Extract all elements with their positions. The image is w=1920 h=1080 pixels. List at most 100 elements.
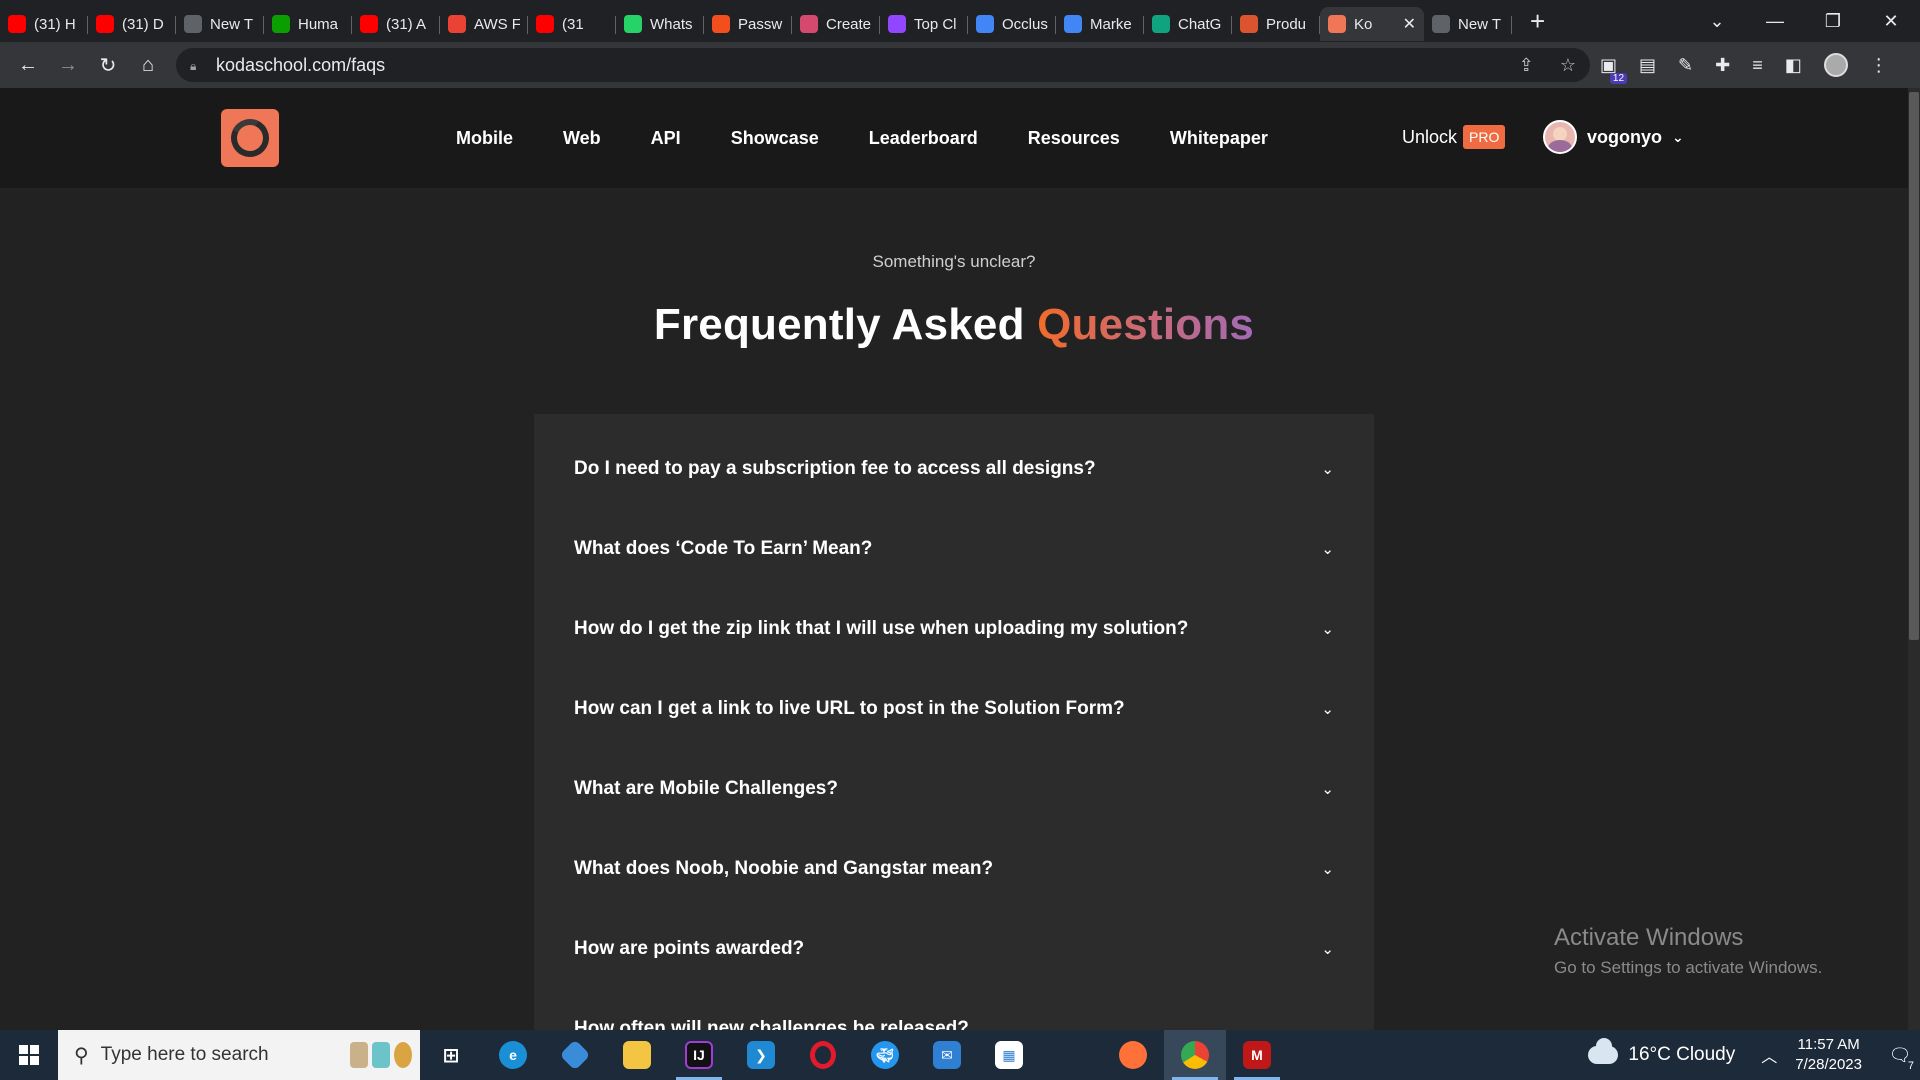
nav-link-showcase[interactable]: Showcase — [731, 128, 819, 149]
browser-tab[interactable]: (31 — [528, 7, 616, 41]
faq-item[interactable]: How can I get a link to live URL to post… — [574, 689, 1334, 729]
chevron-down-icon: ⌄ — [1321, 621, 1334, 638]
share-icon[interactable]: ⇪ — [1519, 55, 1534, 76]
restore-icon[interactable]: ❐ — [1804, 11, 1862, 32]
browser-profile-avatar[interactable] — [1823, 53, 1848, 77]
faq-item[interactable]: Do I need to pay a subscription fee to a… — [574, 449, 1334, 489]
lock-icon[interactable]: 🔒︎ — [190, 59, 202, 73]
browser-tab[interactable]: Create — [792, 7, 880, 41]
start-button[interactable] — [0, 1030, 58, 1080]
forward-icon[interactable]: → — [48, 54, 88, 77]
close-tab-icon[interactable]: ✕ — [1403, 14, 1416, 34]
url-text[interactable]: kodaschool.com/faqs — [216, 55, 385, 76]
browser-tab[interactable]: Occlus — [968, 7, 1056, 41]
home-icon[interactable]: ⌂ — [128, 54, 168, 77]
tab-title: (31 — [562, 15, 584, 33]
tab-search-chevron-icon[interactable]: ⌄ — [1688, 11, 1746, 32]
taskbar-app-chrome[interactable] — [1164, 1030, 1226, 1080]
nav-link-whitepaper[interactable]: Whitepaper — [1170, 128, 1268, 149]
faq-item[interactable]: How do I get the zip link that I will us… — [574, 609, 1334, 649]
clock[interactable]: 11:57 AM 7/28/2023 — [1795, 1035, 1862, 1075]
puzzle-extensions-icon[interactable]: ✚ — [1715, 55, 1730, 76]
browser-tab[interactable]: Marke — [1056, 7, 1144, 41]
side-panel-icon[interactable]: ◧ — [1785, 55, 1802, 76]
user-menu[interactable]: vogonyo ⌄ — [1543, 120, 1684, 154]
browser-tab[interactable]: (31) D — [88, 7, 176, 41]
taskbar-app-docker[interactable]: 🐳︎ — [854, 1030, 916, 1080]
taskbar-app-mail[interactable]: ✉ — [916, 1030, 978, 1080]
nav-link-web[interactable]: Web — [563, 128, 601, 149]
nav-link-leaderboard[interactable]: Leaderboard — [869, 128, 978, 149]
omnibox-actions: ⇪ ☆ — [1519, 48, 1576, 82]
taskbar-app-explorer[interactable] — [606, 1030, 668, 1080]
browser-tab[interactable]: AWS F — [440, 7, 528, 41]
mail-icon: ✉ — [933, 1041, 961, 1069]
taskbar-app-edge[interactable]: e — [482, 1030, 544, 1080]
scrollbar-thumb[interactable] — [1909, 92, 1919, 640]
chevron-down-icon: ⌄ — [1321, 941, 1334, 958]
faq-item[interactable]: What does Noob, Noobie and Gangstar mean… — [574, 849, 1334, 889]
taskbar-app-store[interactable]: ▦ — [978, 1030, 1040, 1080]
taskbar-app-vscode[interactable]: ❯ — [730, 1030, 792, 1080]
faq-item[interactable]: How are points awarded? ⌄ — [574, 929, 1334, 969]
browser-tab[interactable]: (31) A — [352, 7, 440, 41]
activate-windows-watermark: Activate Windows Go to Settings to activ… — [1554, 924, 1822, 978]
tab-title: Occlus — [1002, 15, 1048, 33]
browser-tab[interactable]: New T — [176, 7, 264, 41]
create-icon — [800, 15, 818, 33]
figma-icon — [712, 15, 730, 33]
browser-tab[interactable]: ChatG — [1144, 7, 1232, 41]
taskbar-app-opera[interactable] — [792, 1030, 854, 1080]
browser-tab[interactable]: Produ — [1232, 7, 1320, 41]
weather-widget[interactable]: 16°C Cloudy — [1588, 1038, 1736, 1066]
nav-link-resources[interactable]: Resources — [1028, 128, 1120, 149]
browser-tab[interactable]: New T — [1424, 7, 1512, 41]
taskbar-apps: ⊞ e IJ ❯ 🐳︎ ✉ ▦ M — [420, 1030, 1288, 1080]
tab-list: (31) H (31) D New T Huma (31) A AWS F (31 Whats… — [0, 0, 1512, 42]
minimize-icon[interactable]: — — [1746, 11, 1804, 32]
faq-item[interactable]: What does ‘Code To Earn’ Mean? ⌄ — [574, 529, 1334, 569]
browser-menu-icon[interactable]: ⋮ — [1870, 55, 1888, 76]
browser-tab[interactable]: Ko ✕ — [1320, 7, 1424, 41]
back-icon[interactable]: ← — [8, 54, 48, 77]
youtube-icon — [536, 15, 554, 33]
notification-count: 7 — [1907, 1059, 1914, 1072]
browser-toolbar: ← → ↻ ⌂ 🔒︎ kodaschool.com/faqs ⇪ ☆ ▣ 12 ▤… — [0, 42, 1920, 88]
reload-icon[interactable]: ↻ — [88, 53, 128, 78]
extension-icon[interactable]: ▤ — [1639, 55, 1656, 76]
media-controls-icon[interactable]: ≡ — [1752, 55, 1763, 76]
browser-tab[interactable]: (31) H — [0, 7, 88, 41]
search-highlight-icon — [350, 1042, 412, 1068]
nav-link-mobile[interactable]: Mobile — [456, 128, 513, 149]
unlock-pro-link[interactable]: Unlock PRO — [1402, 125, 1506, 149]
close-window-icon[interactable]: ✕ — [1862, 11, 1920, 32]
techcrunch-icon — [272, 15, 290, 33]
bookmark-star-icon[interactable]: ☆ — [1560, 55, 1576, 76]
tab-title: AWS F — [474, 15, 520, 33]
taskbar-app-intellij[interactable]: IJ — [668, 1030, 730, 1080]
kodaschool-logo[interactable] — [221, 109, 279, 167]
tab-title: Passw — [738, 15, 783, 33]
task-view-button[interactable]: ⊞ — [420, 1030, 482, 1080]
pen-extension-icon[interactable]: ✎ — [1678, 55, 1693, 76]
taskbar-app-mcafee[interactable]: M — [1226, 1030, 1288, 1080]
pro-badge: PRO — [1463, 125, 1506, 149]
new-tab-icon[interactable]: + — [1530, 6, 1545, 37]
browser-tab[interactable]: Passw — [704, 7, 792, 41]
browser-tab[interactable]: Whats — [616, 7, 704, 41]
browser-tab[interactable]: Top Cl — [880, 7, 968, 41]
cloud-icon — [1588, 1038, 1619, 1064]
weather-text: 16°C Cloudy — [1628, 1044, 1736, 1065]
tab-title: Huma — [298, 15, 339, 33]
faq-item[interactable]: What are Mobile Challenges? ⌄ — [574, 769, 1334, 809]
browser-tab[interactable]: Huma — [264, 7, 352, 41]
notification-center[interactable]: 🗨︎ 7 — [1880, 1045, 1920, 1072]
taskbar-app-git[interactable] — [544, 1030, 606, 1080]
taskbar-search[interactable]: ⚲ Type here to search — [58, 1030, 420, 1080]
taskbar-app-firefox[interactable] — [1102, 1030, 1164, 1080]
chevron-up-icon[interactable]: ︿ — [1761, 1043, 1777, 1067]
task-view-icon: ⊞ — [442, 1044, 460, 1067]
extension-badge-icon[interactable]: ▣ 12 — [1600, 55, 1628, 84]
nav-link-api[interactable]: API — [651, 128, 681, 149]
address-bar[interactable]: 🔒︎ kodaschool.com/faqs ⇪ ☆ — [176, 48, 1590, 82]
